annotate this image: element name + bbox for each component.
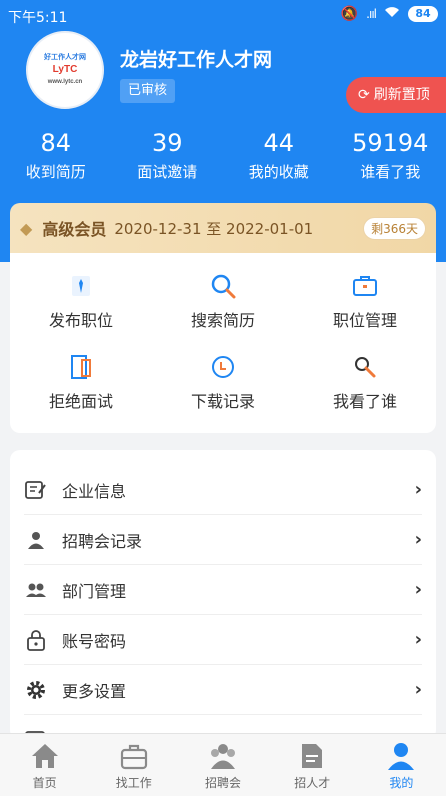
menu-more-settings[interactable]: 更多设置 › [24,665,422,715]
search-icon [152,271,294,301]
group-icon [24,528,48,552]
chevron-right-icon: › [414,579,422,600]
chevron-right-icon: › [414,529,422,550]
stat-favorites[interactable]: 44 我的收藏 [223,128,335,182]
tool-download-record[interactable]: 下载记录 [152,352,294,430]
stats-row: 84 收到简历 39 面试邀请 44 我的收藏 59194 谁看了我 [0,128,446,182]
chevron-right-icon: › [414,479,422,500]
vip-title: 高级会员 [42,220,107,239]
diamond-icon: ◆ [20,218,33,238]
refresh-icon: ⟳ [358,87,370,103]
home-icon [0,740,89,772]
talent-icon [268,740,357,772]
profile-icon [357,740,446,772]
status-bar: 下午5:11 🔕 .ııl 84 [0,0,446,32]
settings-menu: 企业信息 › 招聘会记录 › 部门管理 › 账号密码 › 更多设置 › 反馈意见 [10,450,436,740]
tab-find-job[interactable]: 找工作 [89,734,178,796]
vip-dates: 2020-12-31 至 2022-01-01 [114,219,314,238]
post-job-icon [10,271,152,301]
lock-icon [24,628,48,652]
tool-reject-interview[interactable]: 拒绝面试 [10,352,152,430]
signal-icon: .ııl [366,7,377,21]
tool-job-management[interactable]: 职位管理 [294,271,436,349]
quick-tools-grid: 发布职位 搜索简历 职位管理 拒绝面试 下载记录 我看了谁 [10,253,436,433]
chevron-right-icon: › [414,679,422,700]
vip-membership-bar[interactable]: ◆ 高级会员 2020-12-31 至 2022-01-01 剩366天 [10,203,436,253]
stat-interview-invites[interactable]: 39 面试邀请 [112,128,224,182]
gear-icon [24,678,48,702]
chevron-right-icon: › [414,629,422,650]
users-icon [24,578,48,602]
menu-department-management[interactable]: 部门管理 › [24,565,422,615]
fair-icon [178,740,267,772]
refresh-top-button[interactable]: ⟳ 刷新置顶 [346,77,446,113]
tab-my-profile[interactable]: 我的 [357,734,446,796]
mute-icon: 🔕 [340,6,359,22]
job-icon [89,740,178,772]
tab-home[interactable]: 首页 [0,734,89,796]
stat-received-resumes[interactable]: 84 收到简历 [0,128,112,182]
briefcase-icon [294,271,436,301]
tool-search-resume[interactable]: 搜索简历 [152,271,294,349]
status-time: 下午5:11 [8,10,68,26]
menu-job-fair-records[interactable]: 招聘会记录 › [24,515,422,565]
battery-icon: 84 [408,6,438,22]
edit-doc-icon [24,478,48,502]
vip-remaining-badge: 剩366天 [363,216,426,240]
verified-badge: 已审核 [120,79,176,103]
logo-text: 好工作人才网 LyTC www.lytc.cn [44,54,86,85]
tool-who-i-viewed[interactable]: 我看了谁 [294,352,436,430]
wifi-icon [384,6,400,22]
view-icon [294,352,436,382]
door-icon [10,352,152,382]
bottom-tab-bar: 首页 找工作 招聘会 招人才 我的 [0,733,446,796]
tool-post-job[interactable]: 发布职位 [10,271,152,349]
menu-account-password[interactable]: 账号密码 › [24,615,422,665]
tab-job-fair[interactable]: 招聘会 [178,734,267,796]
download-record-icon [152,352,294,382]
company-logo[interactable]: 好工作人才网 LyTC www.lytc.cn [26,31,104,109]
menu-company-info[interactable]: 企业信息 › [24,465,422,515]
tab-find-talent[interactable]: 招人才 [268,734,357,796]
company-name: 龙岩好工作人才网 [120,49,273,71]
stat-who-viewed-me[interactable]: 59194 谁看了我 [335,128,446,182]
